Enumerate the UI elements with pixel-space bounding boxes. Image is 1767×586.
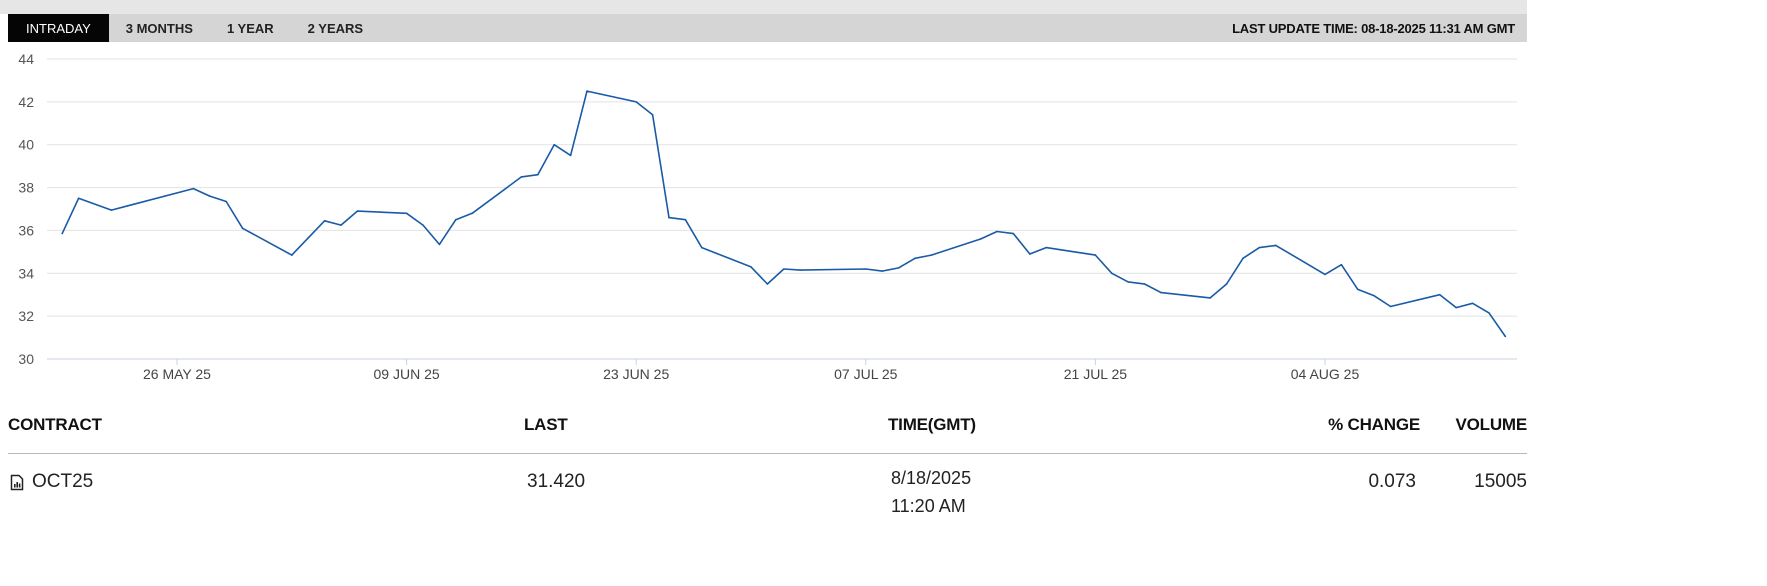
data-point bbox=[586, 90, 588, 92]
data-point bbox=[1373, 295, 1375, 297]
tab-intraday[interactable]: INTRADAY bbox=[8, 14, 109, 42]
y-tick-label: 44 bbox=[18, 51, 34, 67]
data-point bbox=[750, 266, 752, 268]
data-point bbox=[914, 257, 916, 260]
volume-value: 15005 bbox=[1474, 471, 1527, 492]
data-point bbox=[1094, 254, 1097, 256]
document-chart-icon[interactable] bbox=[10, 474, 24, 491]
y-tick-label: 42 bbox=[18, 94, 34, 110]
header-percent-change[interactable]: % CHANGE bbox=[1328, 415, 1420, 435]
y-tick-label: 40 bbox=[18, 137, 34, 153]
data-point bbox=[1143, 283, 1146, 285]
y-tick-label: 30 bbox=[18, 351, 34, 367]
x-tick-label: 23 JUN 25 bbox=[603, 366, 669, 382]
data-point bbox=[291, 254, 293, 256]
tab-3-months[interactable]: 3 MONTHS bbox=[109, 14, 210, 42]
data-point bbox=[1340, 263, 1343, 266]
data-point bbox=[865, 268, 867, 270]
data-point bbox=[1127, 281, 1129, 283]
data-point bbox=[930, 254, 933, 256]
data-point bbox=[471, 212, 474, 215]
data-point bbox=[127, 205, 129, 207]
data-point bbox=[1012, 232, 1015, 235]
data-point bbox=[1242, 257, 1244, 260]
data-point bbox=[209, 195, 211, 197]
table-divider bbox=[8, 453, 1527, 454]
y-tick-label: 32 bbox=[18, 308, 34, 324]
data-point bbox=[422, 224, 424, 226]
data-point bbox=[323, 220, 326, 222]
last-update-time: LAST UPDATE TIME: 08-18-2025 11:31 AM GM… bbox=[1232, 20, 1515, 36]
x-tick-label: 09 JUN 25 bbox=[374, 366, 440, 382]
data-point bbox=[192, 187, 195, 190]
data-point bbox=[356, 210, 359, 212]
data-point bbox=[1209, 297, 1211, 299]
x-tick-label: 04 AUG 25 bbox=[1291, 366, 1360, 382]
tab-2-years[interactable]: 2 YEARS bbox=[291, 14, 380, 42]
y-tick-label: 36 bbox=[18, 222, 34, 238]
data-point bbox=[553, 143, 555, 146]
header-time: TIME(GMT) bbox=[888, 415, 976, 434]
data-point bbox=[1045, 246, 1047, 249]
data-point bbox=[1455, 306, 1457, 309]
data-point bbox=[438, 243, 441, 246]
data-point bbox=[1504, 335, 1507, 338]
trade-time: 11:20 AM bbox=[891, 496, 966, 516]
data-point bbox=[684, 218, 687, 221]
header-last: LAST bbox=[524, 415, 568, 434]
data-point bbox=[1029, 253, 1031, 255]
data-point bbox=[701, 246, 703, 249]
data-point bbox=[996, 230, 998, 233]
data-point bbox=[1324, 273, 1326, 276]
data-point bbox=[635, 101, 637, 103]
data-point bbox=[799, 269, 801, 271]
data-point bbox=[766, 283, 769, 285]
trade-date: 8/18/2025 bbox=[891, 468, 972, 488]
last-price: 31.420 bbox=[527, 471, 586, 492]
data-point bbox=[1471, 302, 1474, 305]
data-point bbox=[1439, 293, 1441, 296]
series-line bbox=[61, 90, 1507, 337]
data-point bbox=[77, 197, 80, 200]
data-point bbox=[1488, 312, 1490, 314]
data-point bbox=[783, 268, 785, 270]
price-line-chart: 30 32 34 36 38 40 42 44 26 MAY 25 09 JUN 25 23 JUN… bbox=[18, 51, 1517, 382]
y-tick-label: 34 bbox=[18, 265, 34, 281]
data-point bbox=[881, 270, 883, 272]
data-point bbox=[668, 216, 670, 219]
data-point bbox=[651, 113, 654, 116]
tab-1-year[interactable]: 1 YEAR bbox=[210, 14, 291, 42]
data-point bbox=[1225, 283, 1228, 285]
data-point bbox=[1389, 305, 1392, 308]
data-point bbox=[1111, 272, 1113, 275]
data-point bbox=[110, 209, 113, 211]
data-point bbox=[569, 154, 572, 157]
x-tick-label: 07 JUL 25 bbox=[834, 366, 898, 382]
data-point bbox=[307, 237, 310, 239]
x-tick-label: 26 MAY 25 bbox=[143, 366, 211, 382]
data-point bbox=[340, 224, 342, 226]
data-point bbox=[979, 238, 982, 240]
data-point bbox=[1258, 246, 1261, 249]
range-tab-bar: INTRADAY 3 MONTHS 1 YEAR 2 YEARS LAST UP… bbox=[8, 14, 1527, 42]
data-point bbox=[455, 218, 457, 221]
data-point bbox=[61, 232, 63, 235]
y-tick-label: 38 bbox=[18, 180, 34, 196]
data-point bbox=[405, 212, 408, 215]
data-point bbox=[241, 227, 244, 230]
data-point bbox=[225, 200, 227, 203]
data-point bbox=[1357, 288, 1359, 291]
data-point bbox=[1275, 244, 1277, 247]
data-point bbox=[1160, 291, 1162, 294]
header-volume[interactable]: VOLUME bbox=[1455, 415, 1527, 435]
percent-change: 0.073 bbox=[1368, 471, 1416, 492]
contract-link[interactable]: OCT25 bbox=[32, 471, 93, 493]
x-tick-label: 21 JUL 25 bbox=[1064, 366, 1128, 382]
data-point bbox=[897, 267, 900, 269]
top-strip bbox=[0, 0, 1527, 14]
data-point bbox=[520, 176, 523, 178]
header-contract: CONTRACT bbox=[8, 415, 102, 434]
data-point bbox=[537, 173, 539, 176]
